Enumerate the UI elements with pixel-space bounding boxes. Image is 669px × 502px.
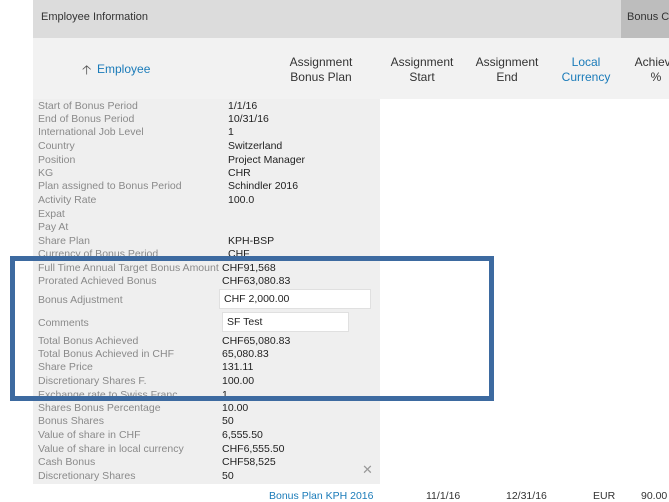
detail-value: 50 — [222, 415, 234, 427]
row-achieved: 90.00 — [641, 490, 668, 502]
detail-label: Value of share in local currency — [38, 443, 184, 455]
row-bonus-plan-link[interactable]: Bonus Plan KPH 2016 — [269, 490, 374, 502]
detail-value: 6,555.50 — [222, 429, 263, 441]
detail-label: Pay At — [38, 221, 69, 233]
detail-value: CHR — [228, 167, 251, 179]
detail-label: Bonus Shares — [38, 415, 104, 427]
column-header-line: Assignment — [289, 55, 353, 69]
row-assignment-end: 12/31/16 — [506, 490, 547, 502]
detail-value: CHF6,555.50 — [222, 443, 285, 455]
column-header-line: Start — [409, 70, 435, 84]
column-header-line: Currency — [561, 70, 611, 84]
column-header-assignment-end[interactable]: Assignment End — [469, 55, 545, 85]
detail-label: Start of Bonus Period — [38, 100, 138, 112]
detail-label: Activity Rate — [38, 194, 97, 206]
column-header-employee[interactable]: Employee — [97, 62, 150, 77]
detail-label: Position — [38, 154, 76, 166]
detail-value: 1/1/16 — [228, 100, 258, 112]
column-header-line: % — [650, 70, 662, 84]
column-header-assignment-start[interactable]: Assignment Start — [383, 55, 461, 85]
group-title-employee-information: Employee Information — [41, 11, 148, 23]
column-header-local-currency[interactable]: Local Currency — [553, 55, 619, 85]
detail-value: KPH-BSP — [228, 235, 275, 247]
detail-value: 10/31/16 — [228, 113, 269, 125]
column-header-line: Bonus Plan — [290, 70, 352, 84]
detail-value: CHF58,525 — [222, 456, 276, 468]
column-header-achieved[interactable]: Achieve % — [630, 55, 669, 85]
close-icon[interactable]: ✕ — [362, 462, 373, 478]
detail-label: Plan assigned to Bonus Period — [38, 180, 182, 192]
row-local-currency: EUR — [593, 490, 616, 502]
column-header-line: Local — [571, 55, 601, 69]
detail-label: KG — [38, 167, 54, 179]
detail-label: International Job Level — [38, 126, 144, 138]
column-header-assignment-bonus-plan[interactable]: Assignment Bonus Plan — [280, 55, 362, 85]
detail-label: Expat — [38, 208, 65, 220]
detail-label: Value of share in CHF — [38, 429, 141, 441]
detail-value: 100.0 — [228, 194, 255, 206]
column-header-line: Achieve — [634, 55, 669, 69]
detail-label: Country — [38, 140, 75, 152]
detail-label: Share Plan — [38, 235, 90, 247]
detail-value: 1 — [228, 126, 234, 138]
detail-value: Project Manager — [228, 154, 306, 166]
detail-label: Shares Bonus Percentage — [38, 402, 161, 414]
detail-label: End of Bonus Period — [38, 113, 135, 125]
detail-value: Switzerland — [228, 140, 283, 152]
column-header-line: End — [496, 70, 518, 84]
detail-value: 10.00 — [222, 402, 249, 414]
detail-value: 50 — [222, 470, 234, 482]
group-title-bonus-calc: Bonus Ca — [627, 11, 669, 23]
column-header-line: Assignment — [390, 55, 454, 69]
column-header-line: Assignment — [475, 55, 539, 69]
detail-label: Discretionary Shares — [38, 470, 136, 482]
detail-value: Schindler 2016 — [228, 180, 299, 192]
arrow-up-icon[interactable]: 🡡 — [82, 61, 91, 83]
highlight-box — [10, 256, 494, 401]
row-assignment-start: 11/1/16 — [426, 490, 461, 502]
detail-label: Cash Bonus — [38, 456, 96, 468]
